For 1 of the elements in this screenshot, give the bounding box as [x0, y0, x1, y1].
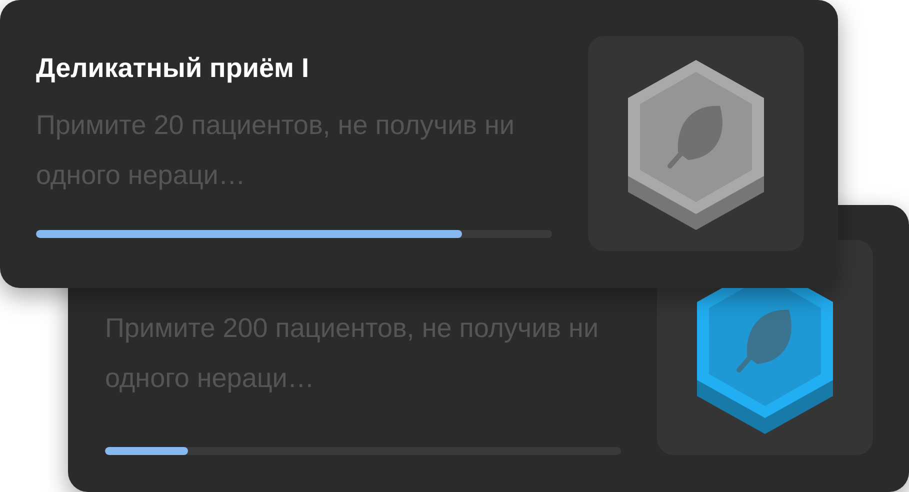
achievement-title: Деликатный приём I: [36, 52, 310, 85]
